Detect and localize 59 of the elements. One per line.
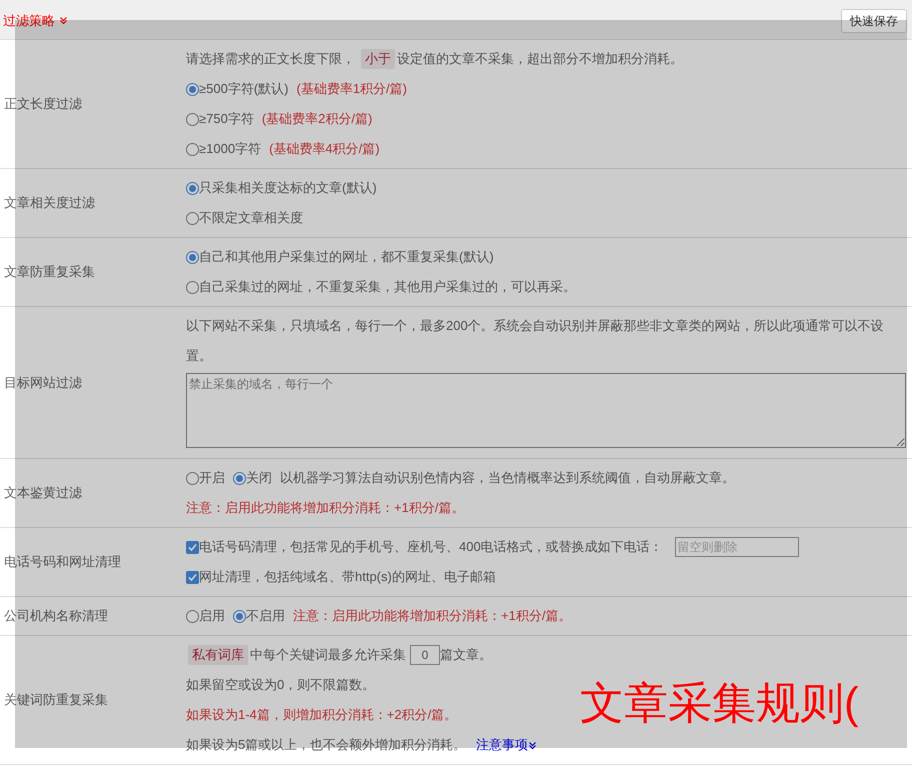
warning-text: 注意：启用此功能将增加积分消耗：+1积分/篇。 — [293, 607, 572, 625]
warning-text: 注意：启用此功能将增加积分消耗：+1积分/篇。 — [186, 499, 464, 517]
checkbox-option[interactable]: 网址清理，包括纯域名、带http(s)的网址、电子邮箱 — [186, 562, 496, 592]
radio-icon[interactable] — [233, 610, 246, 622]
radio-icon[interactable] — [186, 280, 199, 294]
field-label: 文章防重复采集 — [4, 263, 95, 282]
hint-text: 篇文章。 — [440, 646, 492, 664]
radio-icon[interactable] — [186, 182, 199, 194]
phone-input[interactable]: 留空则删除 — [674, 537, 799, 557]
field-label: 正文长度过滤 — [4, 95, 82, 114]
field-label: 电话号码和网址清理 — [4, 553, 121, 572]
hint-text: 设定值的文章不采集，超出部分不增加积分消耗。 — [397, 50, 683, 68]
radio-icon[interactable] — [233, 472, 246, 484]
domain-textarea[interactable]: 禁止采集的域名，每行一个 — [186, 373, 906, 448]
chevron-icon[interactable] — [528, 740, 538, 750]
notes-link[interactable]: 注意事项 — [476, 730, 538, 760]
checkbox-option[interactable]: 电话号码清理，包括常见的手机号、座机号、400电话格式，或替换成如下电话： — [186, 532, 663, 562]
radio-icon[interactable] — [186, 142, 199, 156]
save-button[interactable]: 快速保存 — [841, 9, 907, 33]
radio-option[interactable]: 不限定文章相关度 — [186, 203, 303, 233]
radio-icon[interactable] — [186, 610, 199, 622]
field-label: 公司机构名称清理 — [4, 607, 108, 626]
warning-text: (基础费率4积分/篇) — [269, 140, 380, 158]
hint-text: 以下网站不采集，只填域名，每行一个，最多200个。系统会自动识别并屏蔽那些非文章类的网站，所以此项通常可以不设置。 — [186, 317, 885, 365]
checkbox-icon[interactable] — [186, 540, 199, 554]
warning-text: 如果设为1-4篇，则增加积分消耗：+2积分/篇。 — [186, 706, 458, 724]
hint-text: 如果留空或设为0，则不限篇数。 — [186, 676, 376, 694]
count-input[interactable]: 0 — [410, 645, 440, 665]
radio-option[interactable]: 不启用 — [233, 601, 285, 631]
hint-text: 如果设为5篇或以上，也不会额外增加积分消耗。 — [186, 736, 466, 754]
overlay-caption: 文章采集规则( — [580, 678, 859, 730]
radio-icon[interactable] — [186, 82, 199, 96]
radio-icon[interactable] — [186, 212, 199, 224]
radio-option[interactable]: 关闭 — [233, 463, 272, 493]
field-label: 文章相关度过滤 — [4, 194, 95, 212]
radio-option[interactable]: 开启 — [186, 463, 225, 493]
field-label: 关键词防重复采集 — [4, 691, 108, 710]
keyword-tag: 私有词库 — [188, 645, 248, 665]
radio-option[interactable]: 自己和其他用户采集过的网址，都不重复采集(默认) — [186, 242, 494, 272]
checkbox-icon[interactable] — [186, 570, 199, 584]
chevron-icon — [59, 16, 68, 26]
radio-icon[interactable] — [186, 112, 199, 126]
radio-option[interactable]: 自己采集过的网址，不重复采集，其他用户采集过的，可以再采。 — [186, 272, 576, 302]
radio-option[interactable]: 只采集相关度达标的文章(默认) — [186, 173, 377, 203]
radio-icon[interactable] — [186, 472, 199, 484]
hint-text: 请选择需求的正文长度下限， — [186, 50, 355, 68]
hint-text: 中每个关键词最多允许采集 — [250, 646, 406, 664]
keyword-tag: 小于 — [361, 49, 395, 69]
radio-option[interactable]: 启用 — [186, 601, 225, 631]
radio-option[interactable]: ≥750字符 — [186, 104, 254, 134]
radio-icon[interactable] — [186, 250, 199, 264]
warning-text: (基础费率2积分/篇) — [262, 110, 372, 128]
warning-text: (基础费率1积分/篇) — [296, 80, 407, 98]
section-title[interactable]: 过滤策略 — [3, 11, 68, 30]
field-label: 目标网站过滤 — [4, 374, 82, 392]
field-label: 文本鉴黄过滤 — [4, 484, 82, 502]
radio-option[interactable]: ≥1000字符 — [186, 134, 262, 164]
radio-option[interactable]: ≥500字符(默认) — [186, 74, 288, 104]
hint-text: 以机器学习算法自动识别色情内容，当色情概率达到系统阈值，自动屏蔽文章。 — [280, 469, 735, 487]
